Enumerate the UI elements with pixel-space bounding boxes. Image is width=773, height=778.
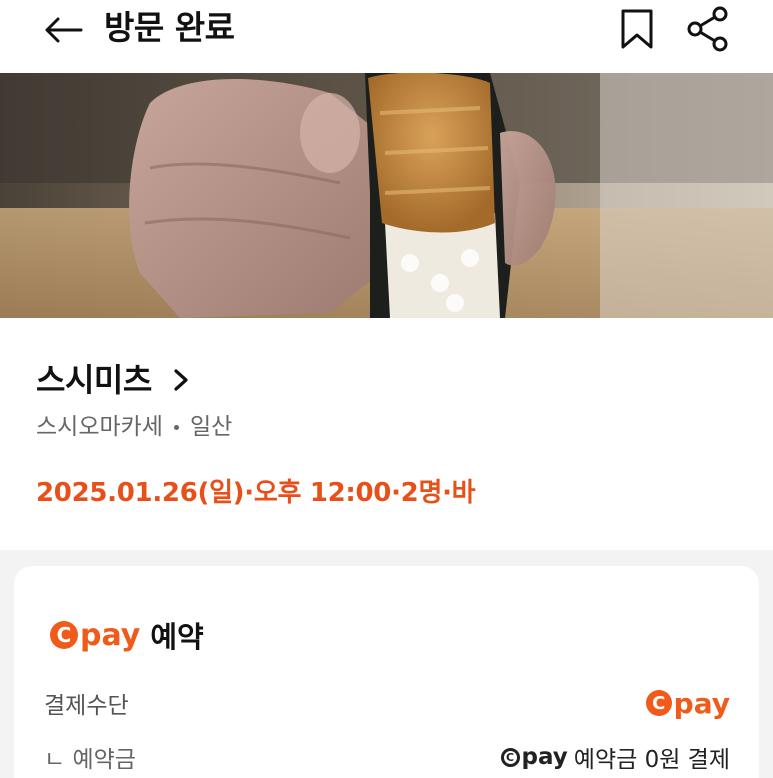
top-bar: 방문 완료 (0, 0, 773, 73)
cpay-c-icon: C (645, 690, 672, 716)
restaurant-name: 스시미츠 (36, 361, 152, 399)
share-button[interactable] (684, 5, 732, 53)
deposit-row: ㄴ 예약금 C pay 예약금 0원 결제 (44, 740, 730, 774)
deposit-value-text: 예약금 0원 결제 (573, 747, 730, 773)
cpay-text: pay (521, 744, 568, 770)
bookmark-icon (621, 9, 653, 49)
card-title: C pay 예약 (50, 614, 204, 656)
restaurant-name-link[interactable]: 스시미츠 (36, 360, 192, 400)
sushi-photo (0, 73, 773, 318)
payment-method-row: 결제수단 C pay (44, 686, 730, 720)
category-text: 스시오마카세 (36, 414, 163, 440)
bookmark-button[interactable] (617, 7, 657, 51)
cpay-text: pay (80, 617, 141, 653)
cpay-logo: C pay (50, 618, 140, 653)
deposit-label: ㄴ 예약금 (44, 747, 136, 773)
hero-image (0, 73, 773, 318)
separator-dot (173, 424, 179, 430)
mini-cpay-logo: C pay (500, 744, 568, 770)
card-title-label: 예약 (150, 620, 204, 654)
payment-method-logo: C pay (645, 686, 730, 720)
location-text: 일산 (189, 414, 233, 440)
share-icon (687, 6, 728, 52)
cpay-text: pay (673, 686, 730, 720)
payment-method-label: 결제수단 (44, 693, 129, 719)
arrow-left-icon (45, 17, 83, 43)
cpay-c-icon: C (500, 747, 520, 767)
deposit-value: C pay 예약금 0원 결제 (500, 740, 730, 774)
chevron-right-icon (170, 368, 192, 392)
page-title: 방문 완료 (104, 8, 235, 47)
back-button[interactable] (40, 10, 86, 50)
reservation-details: 2025.01.26(일)·오후 12:00·2명·바 (36, 478, 476, 508)
cpay-c-icon: C (50, 621, 78, 649)
payment-card: C pay 예약 결제수단 C pay ㄴ 예약금 C pay 예약금 0원 결… (14, 566, 759, 778)
category-location: 스시오마카세 일산 (36, 412, 232, 442)
app-root: 방문 완료 스시미츠 스시오마카세 일산 2025.01.26(일)·오후 12… (0, 0, 773, 778)
restaurant-info: 스시미츠 스시오마카세 일산 2025.01.26(일)·오후 12:00·2명… (0, 318, 773, 550)
